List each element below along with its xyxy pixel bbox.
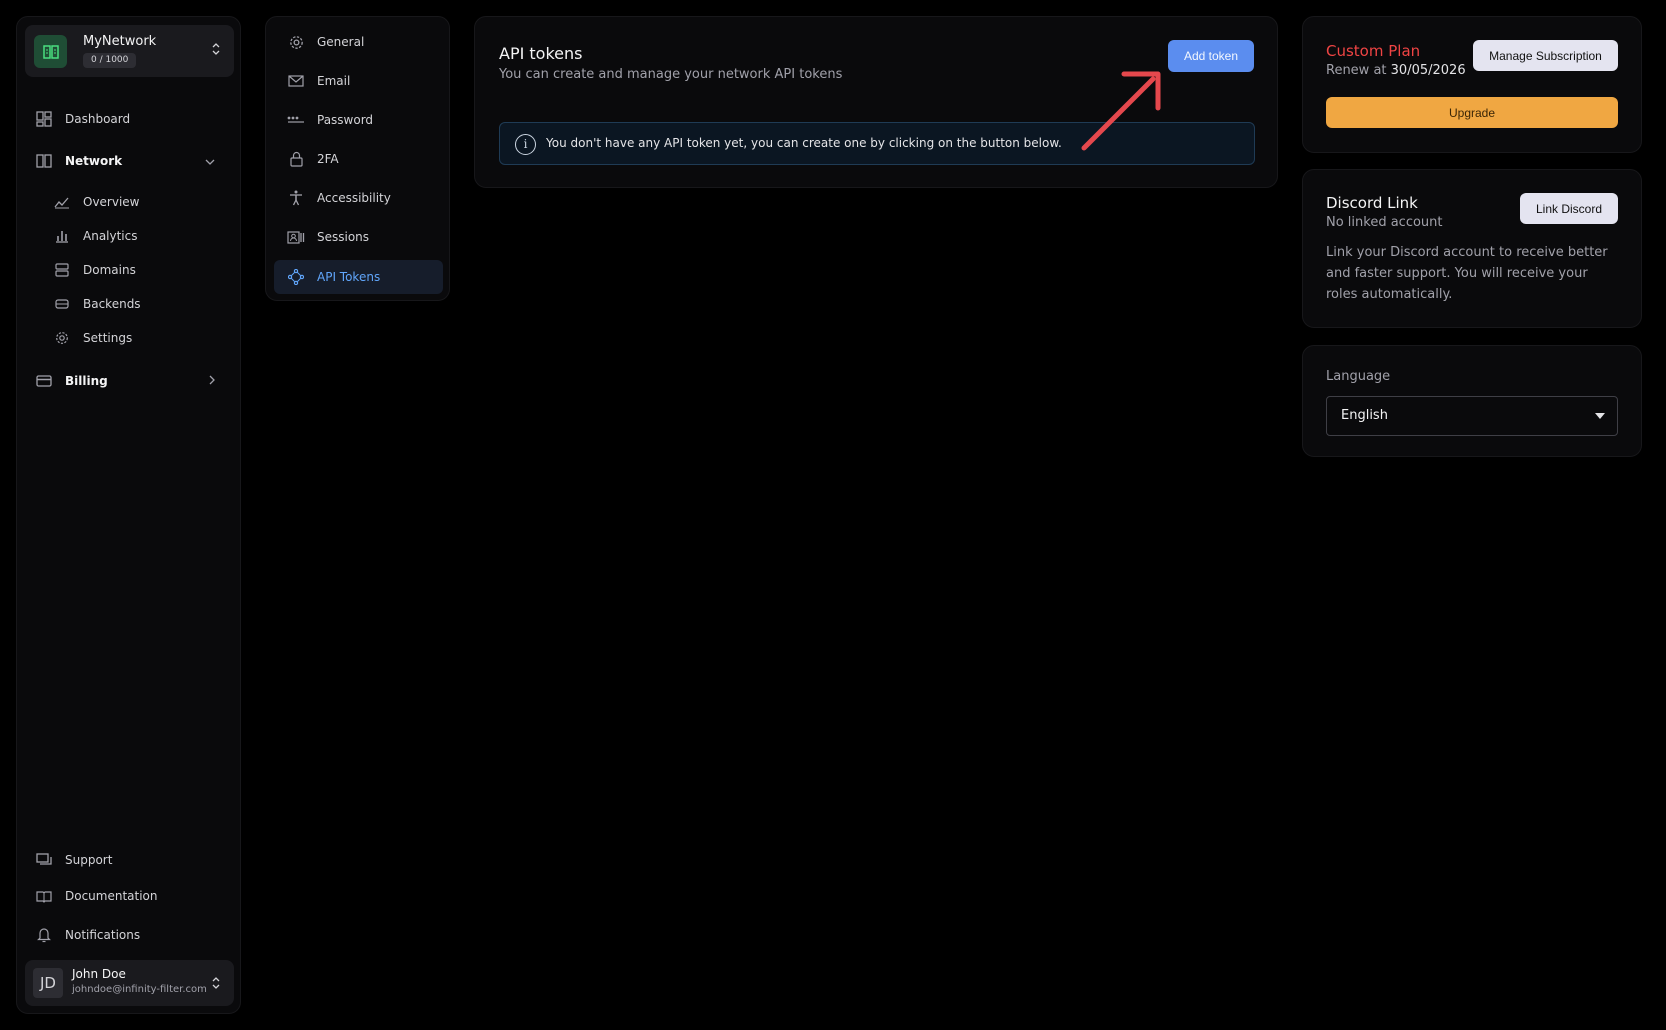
chevron-down-icon: [205, 155, 215, 168]
discord-card: Discord Link No linked account Link Disc…: [1302, 169, 1642, 328]
hard-drive-icon: [53, 295, 71, 313]
settings-item-label: Accessibility: [317, 191, 391, 205]
upgrade-button[interactable]: Upgrade: [1326, 97, 1618, 128]
language-select[interactable]: English: [1326, 396, 1618, 436]
chevron-updown-icon: [212, 976, 220, 991]
gear-icon: [53, 329, 71, 347]
dashboard-grid-icon: [35, 110, 53, 128]
avatar: JD: [33, 968, 63, 998]
credit-card-icon: [35, 372, 53, 390]
renew-date: 30/05/2026: [1390, 63, 1466, 78]
discord-title: Discord Link: [1326, 194, 1418, 212]
settings-item-label: Sessions: [317, 230, 370, 244]
language-label: Language: [1326, 369, 1391, 384]
user-menu[interactable]: JD John Doe johndoe@infinity-filter.com: [25, 960, 234, 1006]
page-title: API tokens: [499, 44, 583, 63]
manage-subscription-button[interactable]: Manage Subscription: [1473, 40, 1618, 71]
plan-name: Custom Plan: [1326, 42, 1421, 60]
settings-item-label: Password: [317, 113, 374, 127]
trend-icon: [53, 193, 71, 211]
language-card: Language English: [1302, 345, 1642, 457]
settings-item-api-tokens[interactable]: API Tokens: [274, 260, 443, 294]
settings-item-email[interactable]: Email: [274, 64, 443, 98]
id-card-icon: [287, 228, 305, 246]
sidebar-item-domains[interactable]: Domains: [53, 258, 225, 282]
settings-item-label: 2FA: [317, 152, 339, 166]
sidebar-item-label: Domains: [83, 263, 136, 277]
accessibility-icon: [287, 189, 305, 207]
settings-item-sessions[interactable]: Sessions: [274, 220, 443, 254]
sidebar-item-analytics[interactable]: Analytics: [53, 224, 225, 248]
bell-icon: [35, 926, 53, 944]
sidebar-item-label: Network: [65, 154, 123, 168]
settings-item-label: Email: [317, 74, 351, 88]
sidebar-item-overview[interactable]: Overview: [53, 190, 225, 214]
sidebar-item-network[interactable]: Network: [35, 149, 225, 173]
server-icon: [53, 261, 71, 279]
network-count-badge: 0 / 1000: [83, 53, 137, 68]
settings-item-accessibility[interactable]: Accessibility: [274, 181, 443, 215]
info-icon: i: [515, 134, 536, 155]
sidebar-item-label: Analytics: [83, 229, 138, 243]
renew-info: Renew at 30/05/2026: [1326, 63, 1466, 78]
sidebar-item-documentation[interactable]: Documentation: [35, 884, 225, 908]
settings-item-label: General: [317, 35, 365, 49]
chat-icon: [35, 851, 53, 869]
sidebar-item-label: Backends: [83, 297, 141, 311]
sidebar-item-label: Documentation: [65, 889, 158, 903]
add-token-button[interactable]: Add token: [1168, 40, 1254, 72]
network-name: MyNetwork: [83, 34, 157, 49]
link-discord-button[interactable]: Link Discord: [1520, 193, 1618, 224]
sidebar-item-label: Overview: [83, 195, 140, 209]
chevron-updown-icon: [212, 42, 220, 57]
sidebar-item-label: Billing: [65, 374, 108, 388]
caret-down-icon: [1595, 413, 1605, 419]
gear-icon: [287, 33, 305, 51]
settings-item-general[interactable]: General: [274, 25, 443, 59]
user-name: John Doe: [72, 967, 126, 981]
sidebar-item-label: Support: [65, 853, 113, 867]
network-grid-icon: [34, 35, 67, 68]
plan-card: Custom Plan Renew at 30/05/2026 Manage S…: [1302, 16, 1642, 153]
discord-description: Link your Discord account to receive bet…: [1326, 245, 1608, 302]
user-email: johndoe@infinity-filter.com: [72, 984, 207, 995]
network-switcher[interactable]: MyNetwork 0 / 1000: [25, 25, 234, 77]
sidebar-item-backends[interactable]: Backends: [53, 292, 225, 316]
lock-icon: [287, 150, 305, 168]
annotation-arrow: [1081, 71, 1161, 151]
sidebar-item-support[interactable]: Support: [35, 848, 225, 872]
dots-icon: [287, 111, 305, 129]
sidebar-item-billing[interactable]: Billing: [35, 369, 225, 393]
discord-status: No linked account: [1326, 215, 1443, 230]
settings-item-2fa[interactable]: 2FA: [274, 142, 443, 176]
empty-state-message: You don't have any API token yet, you ca…: [546, 136, 1062, 150]
book-icon: [35, 887, 53, 905]
sidebar-item-notifications[interactable]: Notifications: [35, 923, 225, 947]
renew-label: Renew at: [1326, 63, 1387, 78]
settings-item-password[interactable]: Password: [274, 103, 443, 137]
language-selected-value: English: [1341, 408, 1388, 423]
sidebar-item-settings[interactable]: Settings: [53, 326, 225, 350]
sidebar-item-label: Settings: [83, 331, 133, 345]
diamond-nodes-icon: [287, 268, 305, 286]
mail-icon: [287, 72, 305, 90]
sidebar-item-label: Dashboard: [65, 112, 131, 126]
sidebar: MyNetwork 0 / 1000 Dashboard Network Ove…: [16, 16, 241, 1014]
sidebar-item-label: Notifications: [65, 928, 141, 942]
sidebar-item-dashboard[interactable]: Dashboard: [35, 107, 225, 131]
network-panels-icon: [35, 152, 53, 170]
chevron-right-icon: [209, 375, 215, 388]
page-subtitle: You can create and manage your network A…: [499, 67, 843, 82]
bar-chart-icon: [53, 227, 71, 245]
settings-item-label: API Tokens: [317, 270, 381, 284]
settings-menu: General Email Password 2FA Accessibility…: [265, 16, 450, 301]
